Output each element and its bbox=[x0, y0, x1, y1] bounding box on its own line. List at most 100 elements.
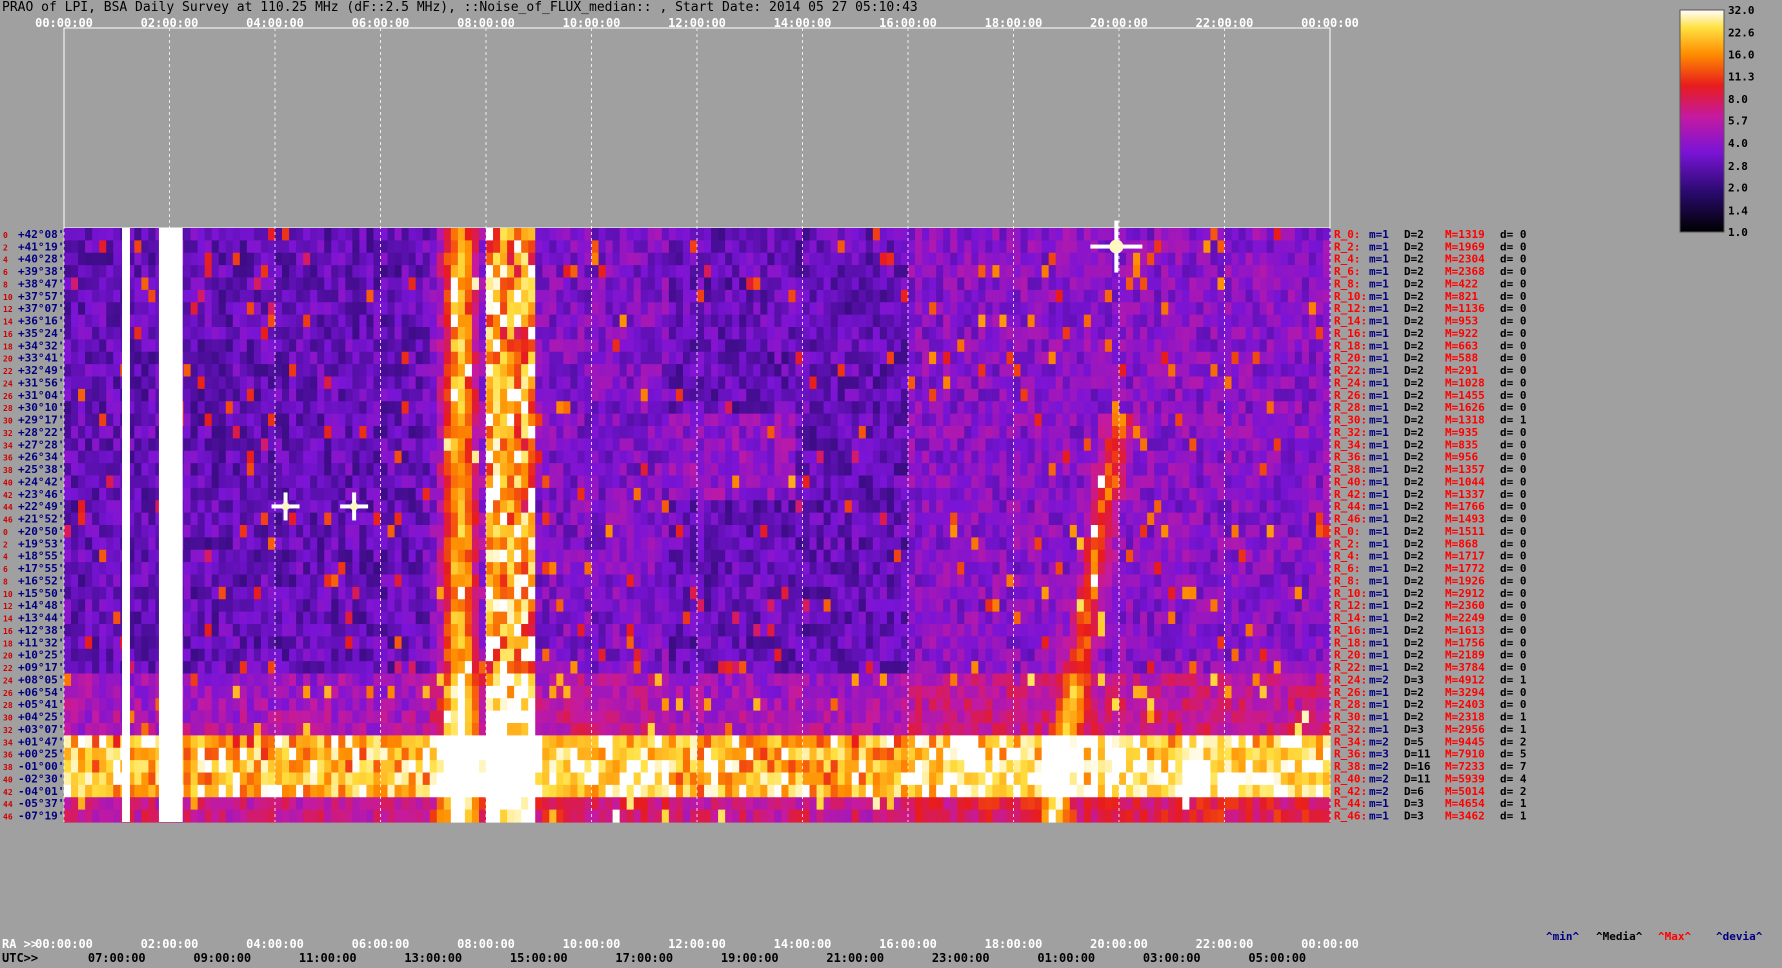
ray-label: R_14: bbox=[1334, 315, 1367, 328]
declination-label: +22°49' bbox=[18, 500, 64, 513]
ray-median: D=3 bbox=[1404, 723, 1424, 736]
colorbar-tick-label: 22.6 bbox=[1728, 26, 1755, 39]
declination-label: +01°47' bbox=[18, 735, 64, 748]
row-number: 8 bbox=[3, 280, 8, 289]
row-number: 40 bbox=[3, 775, 13, 784]
declination-label: +18°55' bbox=[18, 550, 64, 563]
ray-min: m=1 bbox=[1369, 463, 1389, 476]
ray-max: M=922 bbox=[1445, 327, 1478, 340]
ray-label: R_36: bbox=[1334, 748, 1367, 761]
ray-deviation: d= 0 bbox=[1500, 302, 1527, 315]
ray-label: R_0: bbox=[1334, 228, 1361, 241]
ray-max: M=9445 bbox=[1445, 735, 1485, 748]
ray-label: R_18: bbox=[1334, 636, 1367, 649]
ray-max: M=588 bbox=[1445, 352, 1478, 365]
utc-axis-label: UTC>> bbox=[2, 951, 38, 965]
ray-median: D=2 bbox=[1404, 364, 1424, 377]
utc-tick-label: 23:00:00 bbox=[932, 951, 990, 965]
ray-median: D=2 bbox=[1404, 339, 1424, 352]
top-tick-label: 00:00:00 bbox=[1301, 16, 1359, 30]
row-number: 26 bbox=[3, 689, 13, 698]
utc-tick-label: 17:00:00 bbox=[615, 951, 673, 965]
ray-label: R_42: bbox=[1334, 785, 1367, 798]
ray-deviation: d= 0 bbox=[1500, 401, 1527, 414]
ra-tick-label: 20:00:00 bbox=[1090, 937, 1148, 951]
ray-deviation: d= 0 bbox=[1500, 389, 1527, 402]
ray-median: D=2 bbox=[1404, 389, 1424, 402]
declination-label: +35°24' bbox=[18, 327, 64, 340]
declination-label: +24°42' bbox=[18, 475, 64, 488]
row-number: 32 bbox=[3, 726, 13, 735]
row-number: 30 bbox=[3, 417, 13, 426]
row-number: 26 bbox=[3, 392, 13, 401]
ray-median: D=2 bbox=[1404, 401, 1424, 414]
ray-deviation: d= 0 bbox=[1500, 364, 1527, 377]
ray-median: D=2 bbox=[1404, 327, 1424, 340]
ray-label: R_38: bbox=[1334, 463, 1367, 476]
declination-label: +23°46' bbox=[18, 488, 64, 501]
ray-min: m=1 bbox=[1369, 352, 1389, 365]
ray-median: D=2 bbox=[1404, 426, 1424, 439]
ray-max: M=1493 bbox=[1445, 513, 1485, 526]
ray-label: R_34: bbox=[1334, 438, 1367, 451]
chart-canvas: 00:00:00 02:00:00 04:00:00 06:00:00 08:00:00… bbox=[2, 4, 1763, 965]
stats-legend-item: ^Max^ bbox=[1658, 930, 1691, 943]
ray-min: m=1 bbox=[1369, 550, 1389, 563]
row-number: 36 bbox=[3, 454, 13, 463]
ra-tick-label: 00:00:00 bbox=[1301, 937, 1359, 951]
declination-label: +12°38' bbox=[18, 624, 64, 637]
ray-deviation: d= 1 bbox=[1500, 711, 1527, 724]
row-number: 10 bbox=[3, 293, 13, 302]
row-number: 4 bbox=[3, 256, 8, 265]
ray-deviation: d= 1 bbox=[1500, 810, 1527, 823]
ray-deviation: d= 0 bbox=[1500, 661, 1527, 674]
ray-max: M=1969 bbox=[1445, 240, 1485, 253]
ray-median: D=2 bbox=[1404, 240, 1424, 253]
ray-min: m=1 bbox=[1369, 451, 1389, 464]
ray-deviation: d= 0 bbox=[1500, 240, 1527, 253]
ray-deviation: d= 4 bbox=[1500, 772, 1527, 785]
ray-min: m=1 bbox=[1369, 574, 1389, 587]
ra-tick-label: 16:00:00 bbox=[879, 937, 937, 951]
ray-min: m=1 bbox=[1369, 302, 1389, 315]
row-number: 0 bbox=[3, 231, 8, 240]
ray-deviation: d= 0 bbox=[1500, 253, 1527, 266]
ray-deviation: d= 0 bbox=[1500, 327, 1527, 340]
row-number: 12 bbox=[3, 602, 13, 611]
ray-min: m=2 bbox=[1369, 735, 1389, 748]
row-number: 42 bbox=[3, 491, 13, 500]
ray-label: R_18: bbox=[1334, 339, 1367, 352]
ray-label: R_8: bbox=[1334, 574, 1361, 587]
source-marker bbox=[1109, 239, 1124, 254]
declination-label: +37°57' bbox=[18, 290, 64, 303]
declination-label: +14°48' bbox=[18, 599, 64, 612]
ray-label: R_20: bbox=[1334, 352, 1367, 365]
declination-label: +39°38' bbox=[18, 265, 64, 278]
declination-label: +00°25' bbox=[18, 748, 64, 761]
ray-min: m=1 bbox=[1369, 426, 1389, 439]
ray-min: m=1 bbox=[1369, 562, 1389, 575]
ray-label: R_46: bbox=[1334, 513, 1367, 526]
declination-label: +40°28' bbox=[18, 253, 64, 266]
ra-tick-label: 00:00:00 bbox=[35, 937, 93, 951]
ray-median: D=2 bbox=[1404, 525, 1424, 538]
declination-label: +33°41' bbox=[18, 352, 64, 365]
colorbar bbox=[1679, 9, 1725, 233]
row-number: 36 bbox=[3, 751, 13, 760]
ray-max: M=4654 bbox=[1445, 797, 1485, 810]
ray-deviation: d= 0 bbox=[1500, 352, 1527, 365]
declination-label: +04°25' bbox=[18, 711, 64, 724]
ray-min: m=1 bbox=[1369, 290, 1389, 303]
ray-median: D=2 bbox=[1404, 475, 1424, 488]
ray-label: R_22: bbox=[1334, 364, 1367, 377]
utc-tick-label: 19:00:00 bbox=[721, 951, 779, 965]
ra-axis-label: RA >> bbox=[2, 937, 38, 951]
ray-min: m=2 bbox=[1369, 785, 1389, 798]
row-number: 32 bbox=[3, 429, 13, 438]
stats-legend-item: ^Media^ bbox=[1596, 930, 1643, 943]
row-number: 2 bbox=[3, 540, 8, 549]
ray-deviation: d= 0 bbox=[1500, 463, 1527, 476]
ray-min: m=1 bbox=[1369, 253, 1389, 266]
ray-deviation: d= 0 bbox=[1500, 339, 1527, 352]
ray-label: R_30: bbox=[1334, 711, 1367, 724]
